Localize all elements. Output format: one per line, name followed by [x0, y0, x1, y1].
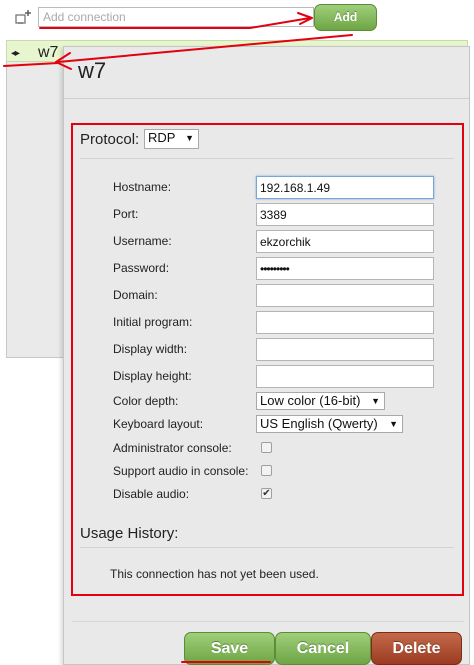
annotation-marks: [3, 12, 353, 663]
